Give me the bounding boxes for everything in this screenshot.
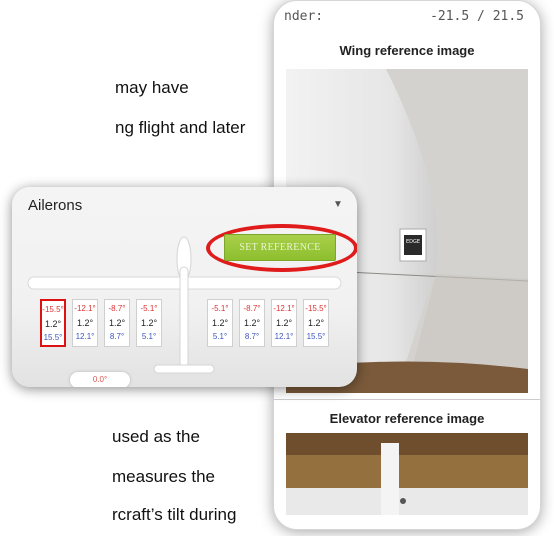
aileron-cell-right-2[interactable]: -8.7° 1.2° 8.7° bbox=[239, 299, 265, 347]
doc-text-line-5: rcraft’s tilt during bbox=[112, 505, 237, 524]
bottom-value-pill: 0.0° bbox=[70, 372, 130, 387]
cell-min: -8.7° bbox=[243, 304, 261, 313]
aileron-cell-left-3[interactable]: -8.7° 1.2° 8.7° bbox=[104, 299, 130, 347]
cell-max: 8.7° bbox=[109, 332, 125, 341]
elevator-reference-title: Elevator reference image bbox=[329, 411, 485, 426]
cell-current: 1.2° bbox=[307, 318, 325, 328]
doc-text-line-1: may have bbox=[115, 78, 189, 97]
cell-min: -15.5° bbox=[42, 305, 64, 314]
section-divider bbox=[274, 399, 540, 400]
edge-sticker-label: EDGE bbox=[405, 239, 421, 245]
cell-min: -15.5° bbox=[305, 304, 327, 313]
elevator-reference-photo bbox=[286, 433, 528, 515]
cell-min: -5.1° bbox=[140, 304, 158, 313]
doc-text-line-2: ng flight and later bbox=[115, 118, 246, 137]
aileron-cell-left-2[interactable]: -12.1° 1.2° 12.1° bbox=[72, 299, 98, 347]
cell-max: 12.1° bbox=[274, 332, 294, 341]
ailerons-card: Ailerons ▼ SET REFERENCE -15.5° 1.2° 15.… bbox=[12, 187, 357, 387]
cell-current: 1.2° bbox=[44, 319, 62, 329]
readout-label: nder: bbox=[284, 9, 324, 24]
cell-current: 1.2° bbox=[243, 318, 261, 328]
cell-max: 5.1° bbox=[141, 332, 157, 341]
cell-min: -8.7° bbox=[108, 304, 126, 313]
cell-current: 1.2° bbox=[275, 318, 293, 328]
cell-max: 15.5° bbox=[306, 332, 326, 341]
doc-text-line-3: used as the bbox=[112, 427, 200, 446]
cell-current: 1.2° bbox=[211, 318, 229, 328]
cell-min: -12.1° bbox=[273, 304, 295, 313]
cell-max: 5.1° bbox=[212, 332, 228, 341]
rudder-readout: nder: -21.5 / 21.5 bbox=[284, 9, 524, 24]
aileron-cell-left-4[interactable]: -5.1° 1.2° 5.1° bbox=[136, 299, 162, 347]
set-reference-button[interactable]: SET REFERENCE bbox=[224, 234, 336, 261]
readout-value: -21.5 / 21.5 bbox=[430, 9, 524, 24]
cell-min: -5.1° bbox=[211, 304, 229, 313]
aileron-cell-left-1[interactable]: -15.5° 1.2° 15.5° bbox=[40, 299, 66, 347]
cell-current: 1.2° bbox=[140, 318, 158, 328]
cell-current: 1.2° bbox=[108, 318, 126, 328]
cell-current: 1.2° bbox=[76, 318, 94, 328]
wing-reference-title: Wing reference image bbox=[339, 43, 475, 58]
cell-max: 8.7° bbox=[244, 332, 260, 341]
aileron-cell-right-3[interactable]: -12.1° 1.2° 12.1° bbox=[271, 299, 297, 347]
cell-min: -12.1° bbox=[74, 304, 96, 313]
doc-text-line-4: measures the bbox=[112, 467, 215, 486]
aileron-cell-right-1[interactable]: -5.1° 1.2° 5.1° bbox=[207, 299, 233, 347]
cell-max: 12.1° bbox=[75, 332, 95, 341]
aileron-cell-right-4[interactable]: -15.5° 1.2° 15.5° bbox=[303, 299, 329, 347]
elevator-photo-art bbox=[286, 433, 528, 515]
cell-max: 15.5° bbox=[43, 333, 63, 342]
glider-silhouette bbox=[27, 236, 342, 374]
